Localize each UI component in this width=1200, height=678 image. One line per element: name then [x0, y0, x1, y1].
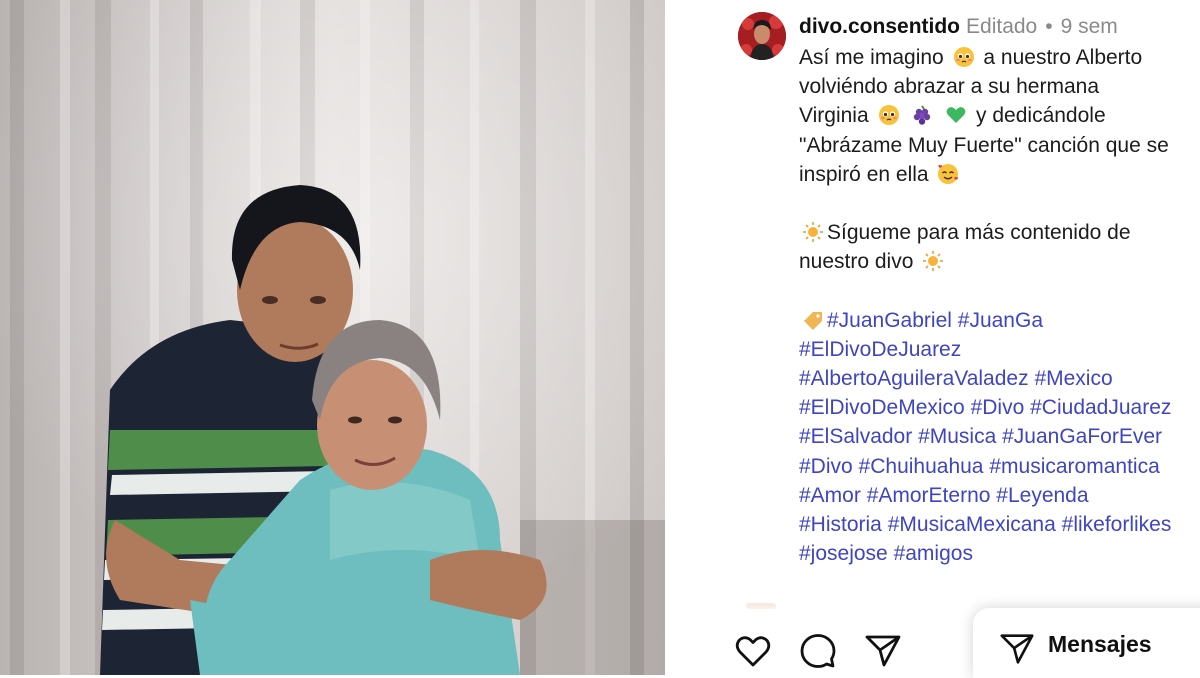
hashtag-link[interactable]: #JuanGaForEver	[1002, 425, 1162, 448]
heart-icon	[735, 636, 771, 667]
caption-text: nuestro divo	[799, 250, 914, 274]
post-header: divo.consentido Editado • 9 sem	[799, 14, 1118, 40]
hashtag-link[interactable]: #likeforlikes	[1062, 513, 1172, 536]
photo-illustration	[0, 0, 665, 675]
hashtag-link[interactable]: #josejose	[799, 542, 888, 565]
timestamp[interactable]: 9 sem	[1061, 15, 1118, 38]
hashtag-link[interactable]: #Musica	[918, 425, 996, 448]
caption-line: "Abrázame Muy Fuerte" canción que se	[799, 131, 1199, 160]
caption-text: inspiró en ella	[799, 162, 929, 186]
hashtag-link[interactable]: #MusicaMexicana	[888, 513, 1056, 536]
caption-text: a nuestro Alberto	[983, 46, 1143, 69]
hashtag-link[interactable]: #Historia	[799, 513, 882, 536]
divider-gutter	[665, 0, 708, 675]
hashtag-link[interactable]: #CiudadJuarez	[1030, 396, 1171, 419]
sun-icon	[803, 222, 823, 243]
caption-text: Sígueme para más contenido de	[827, 221, 1131, 245]
username-link[interactable]: divo.consentido	[799, 15, 960, 38]
caption-line: volviéndo abrazar a su hermana	[799, 72, 1199, 101]
caption-line: Así me imagino a nuestro Alberto	[799, 43, 1199, 72]
hashtag-line: #AlbertoAguileraValadez #Mexico	[799, 364, 1199, 393]
hashtag-line: #Amor #AmorEterno #Leyenda	[799, 481, 1199, 510]
send-icon	[865, 635, 901, 667]
hashtag-link[interactable]: #JuanGa	[958, 309, 1043, 332]
post-photo[interactable]	[0, 0, 665, 675]
smiling-face-with-hearts-icon	[938, 163, 959, 184]
hashtag-link[interactable]: #Divo	[971, 396, 1025, 419]
comment-button[interactable]	[798, 631, 838, 671]
hashtag-line: #JuanGabriel #JuanGa	[799, 306, 1199, 335]
caption-text: Así me imagino	[799, 46, 944, 69]
edited-label: Editado	[966, 15, 1038, 38]
caption-line: Virginia y dedicándole	[799, 101, 1199, 130]
hashtag-line: #ElDivoDeJuarez	[799, 335, 1199, 364]
caption-line: nuestro divo	[799, 247, 1199, 276]
hashtag-link[interactable]: #Chuihuahua	[859, 455, 984, 478]
hashtag-link[interactable]: #Divo	[799, 455, 853, 478]
messages-button[interactable]: Mensajes	[973, 608, 1200, 678]
post-caption-panel: divo.consentido Editado • 9 sem Así me imag…	[708, 0, 1200, 675]
pleading-face-icon	[953, 47, 974, 67]
hashtag-link[interactable]: #musicaromantica	[989, 455, 1159, 478]
hashtag-link[interactable]: #AlbertoAguileraValadez	[799, 367, 1029, 390]
hashtag-link[interactable]: #Amor	[799, 484, 861, 507]
hashtag-link[interactable]: #Mexico	[1034, 367, 1112, 390]
like-button[interactable]	[733, 631, 773, 671]
hashtag-line: #ElDivoDeMexico #Divo #CiudadJuarez	[799, 393, 1199, 422]
hashtag-link[interactable]: #ElSalvador	[799, 425, 912, 448]
hashtag-line: #ElSalvador #Musica #JuanGaForEver	[799, 422, 1199, 451]
pleading-face-icon	[878, 105, 899, 126]
hashtag-line: #Historia #MusicaMexicana #likeforlikes	[799, 510, 1199, 539]
send-icon	[1000, 634, 1034, 664]
label-tag-icon	[804, 311, 822, 330]
post-caption: Así me imagino a nuestro Alberto volvién…	[799, 43, 1199, 568]
hashtag-link[interactable]: #AmorEterno	[867, 484, 991, 507]
hashtag-link[interactable]: #amigos	[894, 542, 973, 565]
messages-label: Mensajes	[1048, 631, 1152, 657]
comment-icon	[800, 634, 836, 668]
caption-text: Virginia	[799, 104, 869, 128]
hashtag-link[interactable]: #Leyenda	[996, 484, 1088, 507]
green-heart-icon	[946, 107, 966, 124]
caption-line: Sígueme para más contenido de	[799, 218, 1199, 247]
avatar-image	[738, 12, 786, 60]
caption-line: inspiró en ella	[799, 160, 1199, 189]
sun-icon	[923, 251, 944, 272]
caption-text: "Abrázame Muy Fuerte" canción que se	[799, 133, 1169, 157]
caption-text: y dedicándole	[976, 104, 1106, 128]
hashtag-link[interactable]: #ElDivoDeMexico	[799, 396, 965, 419]
grapes-icon	[914, 105, 931, 126]
caption-text: volviéndo abrazar a su hermana	[799, 75, 1100, 99]
hashtag-line: #josejose #amigos	[799, 539, 1199, 568]
hashtag-link[interactable]: #ElDivoDeJuarez	[799, 338, 961, 361]
hashtag-line: #Divo #Chuihuahua #musicaromantica	[799, 452, 1199, 481]
avatar[interactable]	[738, 12, 786, 60]
separator-dot: •	[1045, 15, 1053, 38]
share-button[interactable]	[863, 631, 903, 671]
hashtag-link[interactable]: #JuanGabriel	[827, 309, 952, 332]
